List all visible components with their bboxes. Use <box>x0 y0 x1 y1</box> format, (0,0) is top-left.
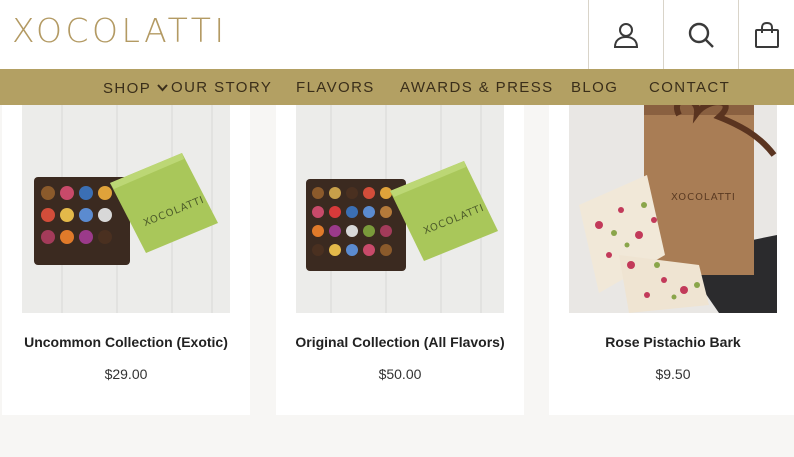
product-card[interactable]: XOCOLATTI Rose Pistachio Bark $9.50 <box>549 105 794 415</box>
product-card[interactable]: XOCOLATTI Uncommon Collection (Exotic) $… <box>2 105 250 415</box>
nav-item-flavors[interactable]: FLAVORS <box>296 69 375 105</box>
bag-logo-text: XOCOLATTI <box>671 192 736 203</box>
nav-item-contact[interactable]: CONTACT <box>649 69 730 105</box>
nav-item-shop[interactable]: SHOP <box>103 69 168 105</box>
product-card[interactable]: XOCOLATTI Original Collection (All Flavo… <box>276 105 524 415</box>
product-image[interactable]: XOCOLATTI <box>569 105 777 313</box>
main-nav: SHOP OUR STORY FLAVORS AWARDS & PRESS BL… <box>0 69 794 105</box>
chevron-down-icon <box>157 69 168 106</box>
search-button[interactable] <box>663 0 738 69</box>
product-price: $9.50 <box>655 366 691 382</box>
account-button[interactable] <box>588 0 663 69</box>
cart-button[interactable] <box>738 0 794 69</box>
nav-item-our-story[interactable]: OUR STORY <box>171 69 272 105</box>
nav-item-blog[interactable]: BLOG <box>571 69 618 105</box>
shopping-bag-icon <box>754 21 780 49</box>
search-icon <box>687 21 715 49</box>
product-price: $29.00 <box>104 366 148 382</box>
nav-item-label: SHOP <box>103 80 152 97</box>
product-name[interactable]: Uncommon Collection (Exotic) <box>2 334 250 350</box>
account-icon <box>612 21 640 49</box>
site-header: XOCOLATTI <box>0 0 794 69</box>
product-name[interactable]: Original Collection (All Flavors) <box>276 334 524 350</box>
product-image[interactable]: XOCOLATTI <box>296 105 504 313</box>
product-name[interactable]: Rose Pistachio Bark <box>549 334 794 350</box>
brand-logo[interactable]: XOCOLATTI <box>12 11 228 51</box>
product-image[interactable]: XOCOLATTI <box>22 105 230 313</box>
nav-item-awards-press[interactable]: AWARDS & PRESS <box>400 69 554 105</box>
product-price: $50.00 <box>378 366 422 382</box>
